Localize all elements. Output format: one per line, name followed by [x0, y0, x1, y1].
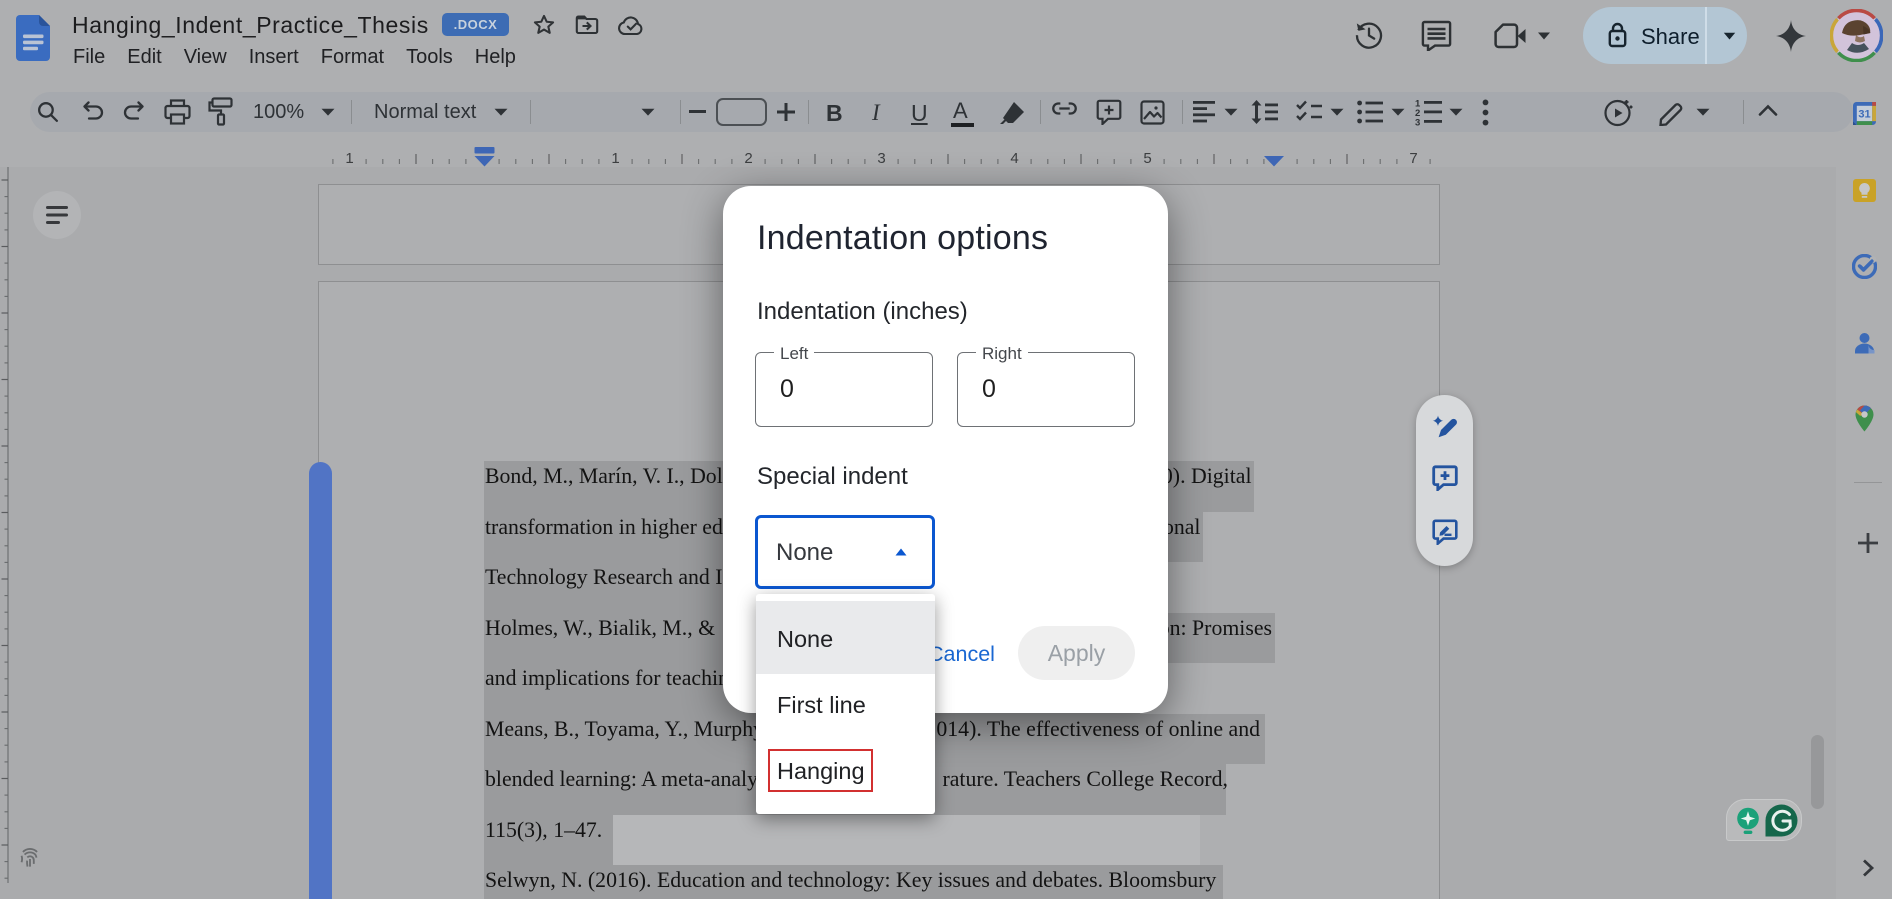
svg-text:5: 5	[1143, 150, 1151, 167]
svg-text:4: 4	[1010, 150, 1018, 167]
svg-text:31: 31	[1858, 109, 1870, 121]
svg-text:1: 1	[611, 150, 619, 167]
svg-text:3: 3	[877, 150, 885, 167]
svg-text:1: 1	[345, 150, 353, 167]
svg-text:3: 3	[1415, 118, 1420, 127]
svg-text:7: 7	[1409, 150, 1417, 167]
svg-text:2: 2	[744, 150, 752, 167]
